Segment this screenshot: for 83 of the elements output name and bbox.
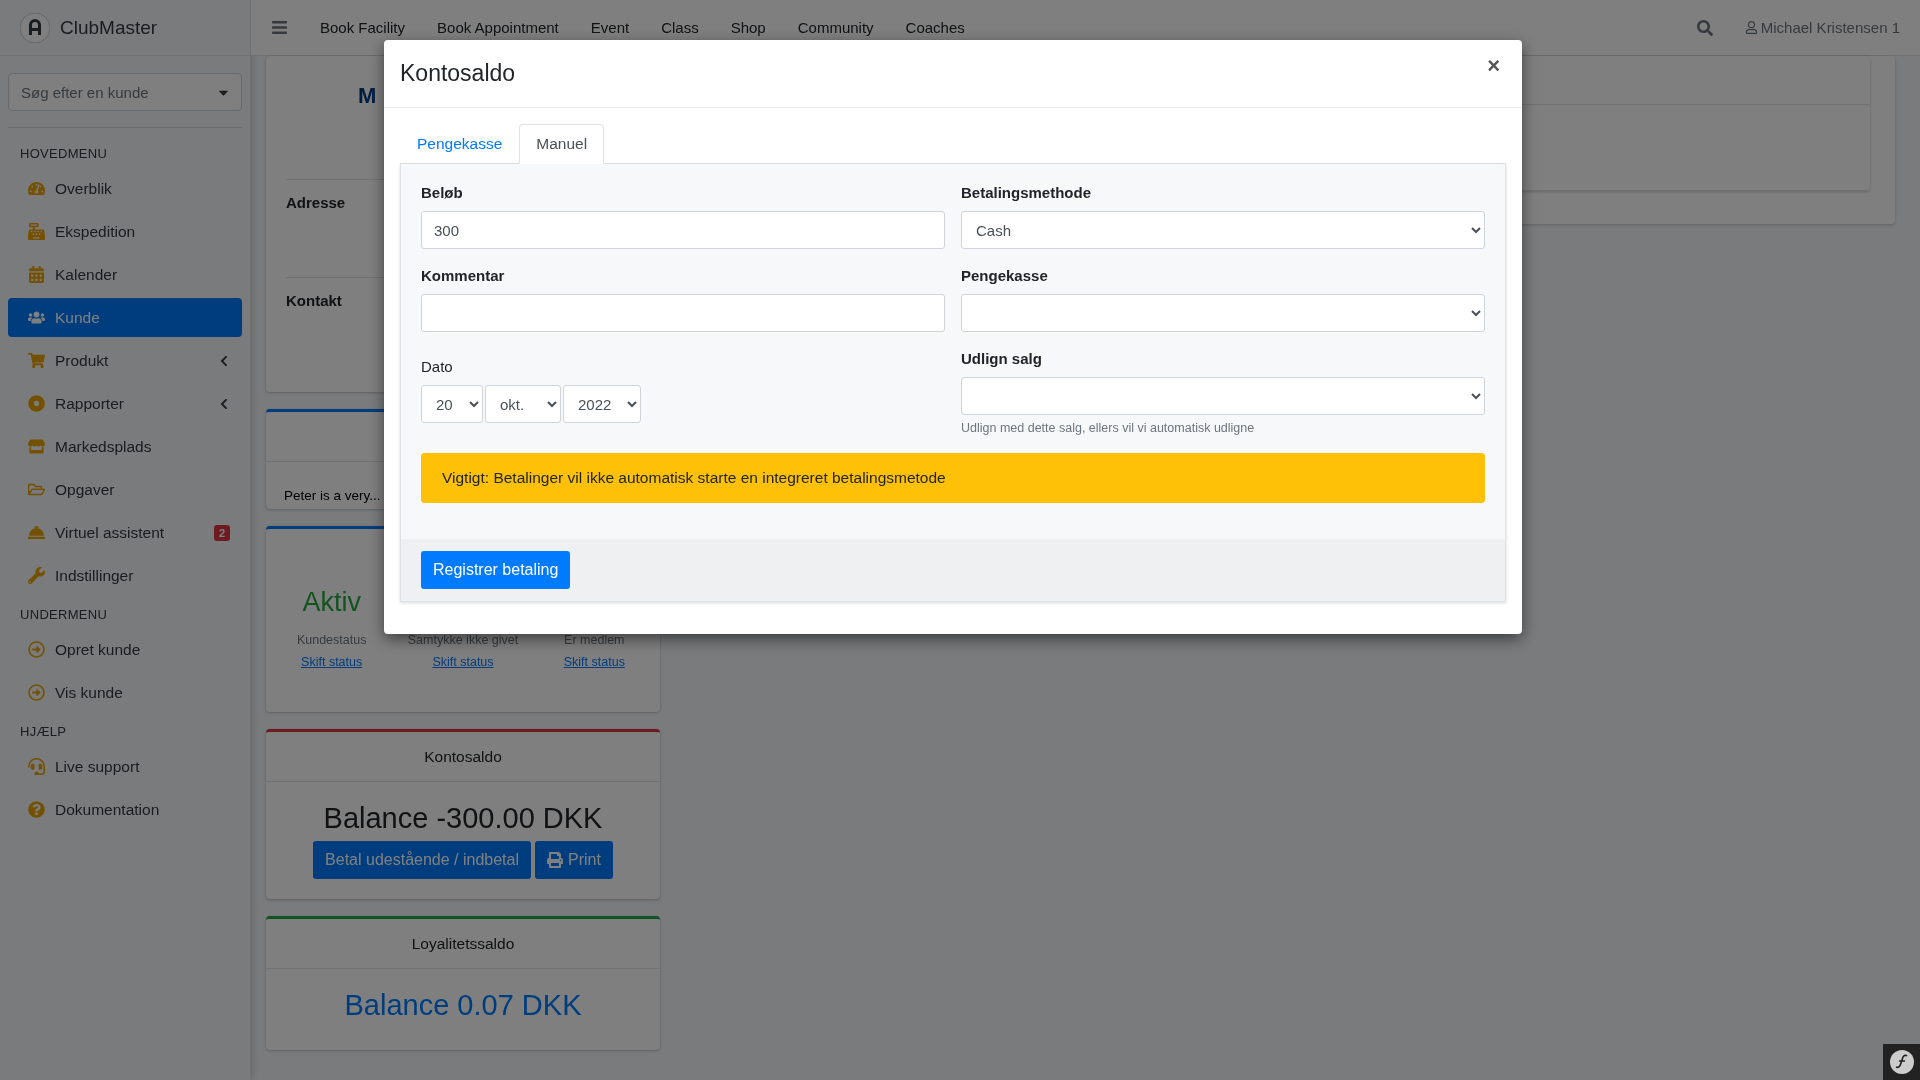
bell-icon xyxy=(28,524,45,541)
user-icon xyxy=(1744,21,1758,34)
menu-icon[interactable] xyxy=(271,19,288,36)
user-link[interactable]: Michael Kristensen 1 xyxy=(1744,19,1900,36)
brand-name: ClubMaster xyxy=(60,16,158,39)
close-button[interactable]: × xyxy=(1481,52,1506,80)
status-label: Kundestatus xyxy=(296,633,367,647)
amount-input[interactable]: 300 xyxy=(421,211,945,249)
month-select[interactable]: okt. xyxy=(485,385,561,423)
count-badge: 2 xyxy=(213,524,230,541)
help-text: Udlign med dette salg, ellers vil vi automatisk udligne xyxy=(961,421,1256,435)
customer-search-select[interactable]: Søg efter en kunde xyxy=(8,73,242,111)
logo-icon xyxy=(1889,1050,1914,1074)
sidebar-item[interactable]: Kalender xyxy=(8,255,242,294)
tab[interactable]: Pengekasse xyxy=(400,124,520,164)
sidebar-item[interactable]: Indstillinger xyxy=(8,556,242,595)
register-payment-button[interactable]: Registrer betaling xyxy=(421,551,571,589)
menu-section-title: HJÆLP xyxy=(19,723,68,741)
comment-input[interactable] xyxy=(421,294,945,332)
pay-button[interactable]: Betal udestående / indbetal xyxy=(313,841,531,879)
balance-text: Balance 0.07 DKK xyxy=(344,989,582,1022)
customer-name: M xyxy=(358,83,377,108)
question-icon xyxy=(28,801,45,818)
gauge-icon xyxy=(28,180,45,197)
nav-link[interactable]: Shop xyxy=(730,19,766,36)
sidebar-item[interactable]: Live support xyxy=(8,747,242,786)
nav-link[interactable]: Book Appointment xyxy=(437,19,559,36)
sidebar-item[interactable]: Virtuel assistent 2 xyxy=(8,513,242,552)
store-icon xyxy=(28,438,45,455)
status-label: Er medlem xyxy=(564,633,625,647)
calendar-icon xyxy=(28,266,45,283)
note-text: Peter is a very... xyxy=(284,488,381,503)
field-label: Dato xyxy=(421,358,454,375)
card-title: Loyalitetssaldo xyxy=(266,919,660,969)
field-label: Udlign salg xyxy=(961,350,1043,367)
warning-alert: Vigtigt: Betalinger vil ikke automatisk starte en integreret betalingsmetode xyxy=(421,453,1485,503)
field-label: Beløb xyxy=(421,184,464,201)
toolbar-badge[interactable] xyxy=(1883,1044,1920,1080)
card-title: Kontosaldo xyxy=(266,732,660,782)
sidebar-item[interactable]: Opgaver xyxy=(8,470,242,509)
sidebar-item[interactable]: Markedsplads xyxy=(8,427,242,466)
menu-section-title: HOVEDMENU xyxy=(19,145,109,163)
modal-title: Kontosaldo xyxy=(400,60,516,87)
printer-icon xyxy=(547,852,563,868)
nav-link[interactable]: Book Facility xyxy=(320,19,406,36)
logo-icon xyxy=(20,12,50,43)
nav-link[interactable]: Event xyxy=(590,19,630,36)
change-status-link[interactable]: Skift status xyxy=(432,655,494,669)
users-icon xyxy=(28,309,45,326)
status-label: Samtykke ikke givet xyxy=(407,633,519,647)
field-label: Betalingsmethode xyxy=(961,184,1093,201)
sidebar-item[interactable]: Overblik xyxy=(8,169,242,208)
sidebar-item[interactable]: Opret kunde xyxy=(8,630,242,669)
cash-register-icon xyxy=(28,223,45,240)
change-status-link[interactable]: Skift status xyxy=(301,655,363,669)
nav-link[interactable]: Class xyxy=(661,19,699,36)
sidebar-item[interactable]: Rapporter xyxy=(8,384,242,423)
headset-icon xyxy=(28,758,45,775)
field-label: Pengekasse xyxy=(961,267,1049,284)
sidebar-item[interactable]: Kunde xyxy=(8,298,242,337)
day-select[interactable]: 20 xyxy=(421,385,483,423)
status-value: Aktiv xyxy=(302,587,361,617)
balance-text: Balance -300.00 DKK xyxy=(323,802,603,835)
payment-method-select[interactable]: Cash xyxy=(961,211,1485,249)
change-status-link[interactable]: Skift status xyxy=(563,655,625,669)
cart-icon xyxy=(28,352,45,369)
nav-link[interactable]: Community xyxy=(797,19,874,36)
sidebar-item[interactable]: Vis kunde xyxy=(8,673,242,712)
sidebar-item[interactable]: Ekspedition xyxy=(8,212,242,251)
folder-icon xyxy=(28,481,45,498)
target-icon xyxy=(28,395,45,412)
row-label: Kontakt xyxy=(286,292,342,309)
wrench-icon xyxy=(28,567,45,584)
nav-link[interactable]: Coaches xyxy=(905,19,965,36)
menu-section-title: UNDERMENU xyxy=(19,606,109,624)
row-label: Adresse xyxy=(286,194,346,211)
field-label: Kommentar xyxy=(421,267,506,284)
year-select[interactable]: 2022 xyxy=(563,385,641,423)
search-icon[interactable] xyxy=(1696,19,1713,36)
sidebar-item[interactable]: Dokumentation xyxy=(8,790,242,829)
print-button[interactable]: Print xyxy=(535,841,613,879)
tab[interactable]: Manuel xyxy=(519,124,605,164)
sidebar-item[interactable]: Produkt xyxy=(8,341,242,380)
